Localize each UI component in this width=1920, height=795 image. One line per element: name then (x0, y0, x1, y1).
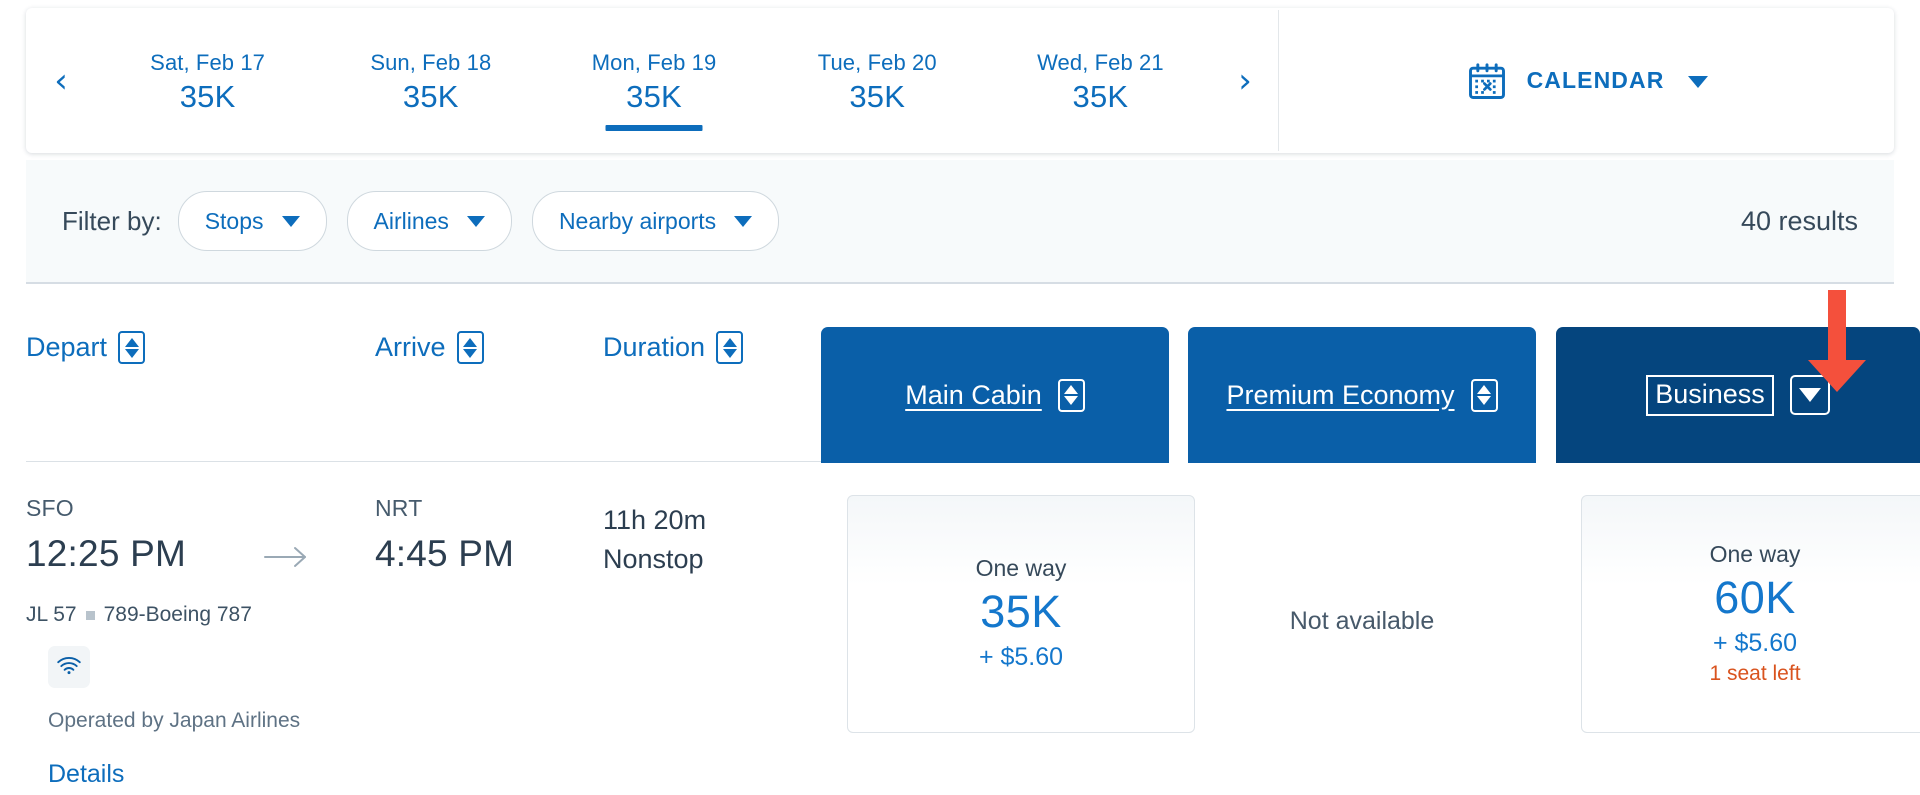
operated-by-text: Operated by Japan Airlines (48, 709, 301, 732)
chevron-down-icon (281, 215, 300, 227)
chevron-down-icon[interactable] (1789, 375, 1830, 415)
chevron-down-icon (734, 215, 753, 227)
date-tab-label: Mon, Feb 19 (591, 50, 717, 76)
fare-trip-type: One way (1709, 540, 1801, 567)
fare-miles: 35K (980, 585, 1062, 637)
date-tab-wed-feb-21[interactable]: Wed, Feb 21 35K (989, 8, 1212, 153)
date-strip-container: ‹ Sat, Feb 17 35K Sun, Feb 18 35K Mon, F… (26, 8, 1894, 153)
fare-miles: 60K (1714, 571, 1796, 623)
date-tab-label: Tue, Feb 20 (817, 50, 937, 76)
results-count: 40 results (1740, 205, 1858, 236)
flight-search-results-page: ‹ Sat, Feb 17 35K Sun, Feb 18 35K Mon, F… (0, 0, 1920, 795)
separator-dot-icon (85, 610, 95, 620)
duration-block: 11h 20m Nonstop (603, 501, 706, 579)
cabin-header-premium-economy[interactable]: Premium Economy (1188, 327, 1536, 463)
fare-unavailable-premium-economy: Not available (1289, 607, 1435, 635)
divider (26, 461, 846, 462)
column-header-label: Arrive (375, 332, 446, 362)
fare-taxes-fee: + $5.60 (978, 642, 1064, 671)
filter-airlines-button[interactable]: Airlines (346, 191, 512, 251)
chevron-down-icon (466, 215, 485, 227)
sort-updown-icon (716, 331, 744, 364)
results-table-header: Depart Arrive Duration Main Cabin Premiu (26, 286, 1920, 463)
wifi-icon (56, 655, 82, 680)
date-tab-label: Wed, Feb 21 (1037, 50, 1164, 76)
sort-by-arrive-button[interactable]: Arrive (375, 331, 484, 364)
date-tabs: Sat, Feb 17 35K Sun, Feb 18 35K Mon, Feb… (96, 8, 1212, 153)
date-tab-sun-feb-18[interactable]: Sun, Feb 18 35K (319, 8, 542, 153)
cabin-header-label: Main Cabin (905, 379, 1042, 410)
cabin-header-business[interactable]: Business (1556, 327, 1920, 463)
arrive-airport-code: NRT (375, 495, 423, 521)
flight-duration: 11h 20m (603, 505, 707, 535)
sort-updown-icon (456, 331, 484, 364)
prev-dates-button[interactable]: ‹ (26, 8, 96, 153)
date-tab-price: 35K (1072, 78, 1129, 114)
date-strip: ‹ Sat, Feb 17 35K Sun, Feb 18 35K Mon, F… (26, 8, 1894, 153)
filter-chip-label: Stops (204, 207, 264, 234)
filter-bar: Filter by: Stops Airlines Nearby airport… (26, 160, 1894, 284)
date-tab-mon-feb-19[interactable]: Mon, Feb 19 35K (542, 8, 765, 153)
date-scroller: ‹ Sat, Feb 17 35K Sun, Feb 18 35K Mon, F… (26, 8, 1278, 153)
date-tab-price: 35K (626, 78, 682, 114)
details-link[interactable]: Details (48, 760, 124, 789)
date-tab-price: 35K (849, 78, 906, 114)
calendar-button[interactable]: CALENDAR (1279, 8, 1894, 153)
filter-chip-label: Nearby airports (558, 207, 717, 234)
wifi-amenity-badge (48, 646, 90, 688)
aircraft-type: 789-Boeing 787 (103, 603, 252, 626)
cabin-header-label: Business (1646, 374, 1774, 416)
flight-result-row: SFO 12:25 PM NRT 4:45 PM JL 57 789-Boein… (26, 463, 1920, 793)
date-tab-price: 35K (402, 78, 459, 114)
fare-seats-left: 1 seat left (1709, 662, 1801, 686)
filter-chip-label: Airlines (373, 207, 449, 234)
column-header-label: Duration (603, 332, 706, 362)
sort-updown-icon (1470, 378, 1498, 412)
date-tab-label: Sun, Feb 18 (370, 50, 492, 76)
depart-time: 12:25 PM (26, 533, 186, 574)
fare-taxes-fee: + $5.60 (1712, 628, 1798, 657)
cabin-header-label: Premium Economy (1226, 379, 1455, 410)
date-tab-price: 35K (179, 78, 236, 114)
calendar-icon (1465, 59, 1509, 103)
fare-card-business[interactable]: One way 60K + $5.60 1 seat left (1581, 495, 1920, 733)
arrive-time: 4:45 PM (375, 533, 515, 574)
selected-date-indicator (605, 125, 703, 131)
date-tab-label: Sat, Feb 17 (150, 50, 266, 76)
fare-trip-type: One way (975, 554, 1067, 581)
date-tab-tue-feb-20[interactable]: Tue, Feb 20 35K (766, 8, 989, 153)
arrow-right-icon (262, 542, 310, 572)
filter-by-label: Filter by: (62, 205, 162, 236)
fare-card-main-cabin[interactable]: One way 35K + $5.60 (847, 495, 1195, 733)
flight-meta: JL 57 789-Boeing 787 (26, 603, 252, 627)
depart-airport-code: SFO (26, 495, 74, 521)
filter-stops-button[interactable]: Stops (177, 191, 327, 251)
sort-updown-icon (118, 331, 146, 364)
sort-by-depart-button[interactable]: Depart (26, 331, 146, 364)
flight-stops: Nonstop (603, 544, 704, 575)
cabin-header-main-cabin[interactable]: Main Cabin (821, 327, 1169, 463)
column-header-label: Depart (26, 332, 108, 362)
sort-updown-icon (1057, 378, 1085, 412)
filter-nearby-airports-button[interactable]: Nearby airports (531, 191, 780, 251)
date-tab-sat-feb-17[interactable]: Sat, Feb 17 35K (96, 8, 319, 153)
chevron-down-icon (1688, 76, 1709, 88)
flight-number: JL 57 (26, 603, 77, 626)
calendar-label: CALENDAR (1526, 67, 1665, 93)
next-dates-button[interactable]: › (1212, 8, 1278, 153)
sort-by-duration-button[interactable]: Duration (603, 331, 744, 364)
